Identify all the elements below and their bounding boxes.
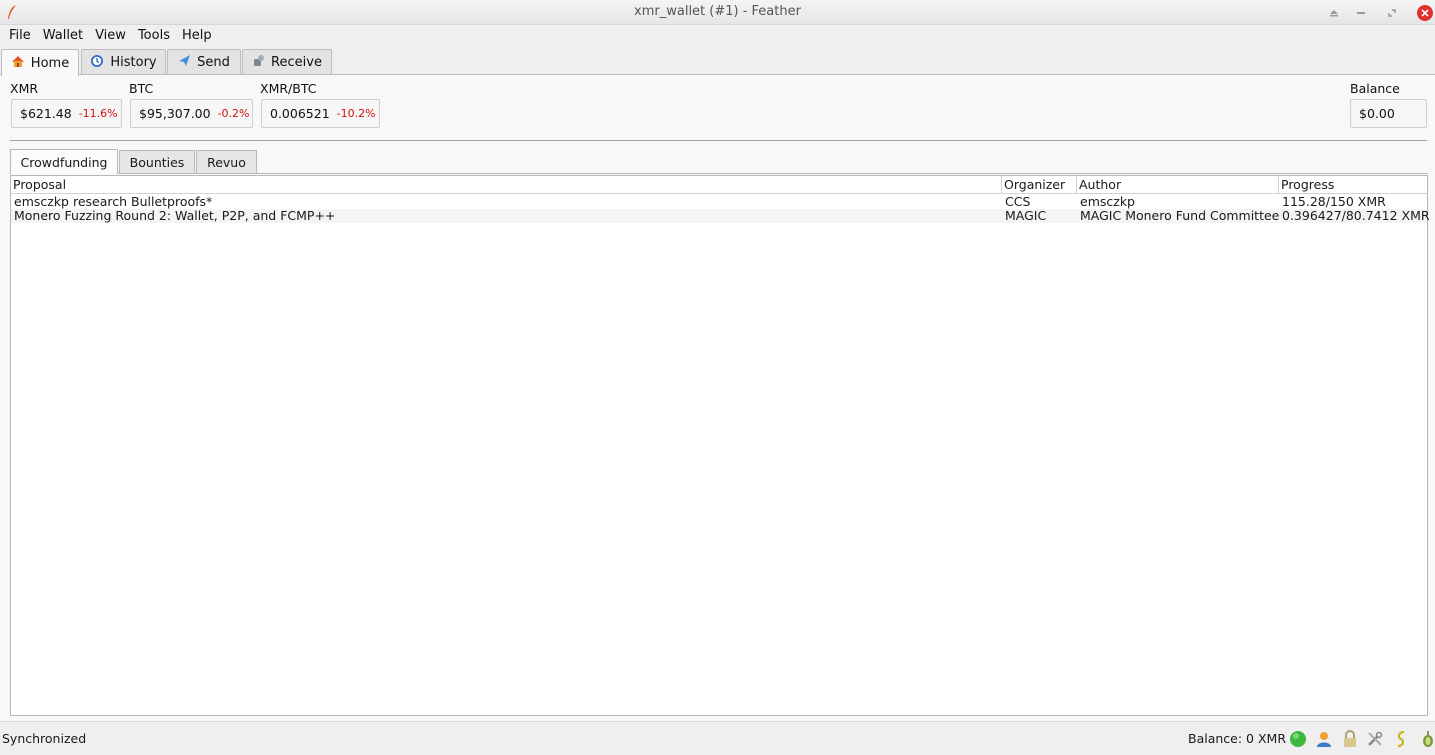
tab-receive[interactable]: Receive: [242, 49, 332, 75]
xmr-change: -11.6%: [78, 107, 118, 120]
tab-history-label: History: [110, 55, 157, 70]
main-tab-bar: Home History Send Receive: [0, 49, 1435, 76]
subtab-crowdfunding-label: Crowdfunding: [20, 154, 108, 170]
column-header-proposal[interactable]: Proposal: [11, 176, 1002, 194]
receive-icon: [252, 54, 265, 71]
menu-bar: File Wallet View Tools Help: [0, 25, 1435, 46]
tab-history[interactable]: History: [81, 49, 166, 75]
menu-file[interactable]: File: [3, 28, 37, 43]
column-header-author[interactable]: Author: [1077, 176, 1279, 194]
status-balance: Balance: 0 XMR: [1188, 731, 1286, 746]
btc-change: -0.2%: [217, 107, 250, 120]
tor-icon[interactable]: [1416, 729, 1435, 749]
cell-progress: 115.28/150 XMR: [1282, 195, 1386, 209]
cell-proposal: emsczkp research Bulletproofs*: [14, 195, 213, 209]
column-header-organizer[interactable]: Organizer: [1002, 176, 1077, 194]
cell-organizer: CCS: [1005, 195, 1031, 209]
tab-send[interactable]: Send: [167, 49, 241, 75]
tab-home-label: Home: [30, 55, 70, 71]
subtab-revuo[interactable]: Revuo: [196, 150, 257, 174]
menu-wallet[interactable]: Wallet: [37, 28, 89, 43]
settings-icon[interactable]: [1365, 729, 1385, 749]
tab-send-label: Send: [197, 55, 230, 70]
sync-status: Synchronized: [2, 731, 87, 746]
send-icon: [178, 54, 191, 71]
tab-home[interactable]: Home: [1, 49, 79, 76]
contacts-icon[interactable]: [1314, 729, 1334, 749]
maximize-button[interactable]: [1384, 5, 1400, 21]
subtab-bounties[interactable]: Bounties: [119, 150, 195, 174]
menu-view[interactable]: View: [89, 28, 132, 43]
balance-box: $0.00: [1350, 99, 1427, 128]
table-header: Proposal Organizer Author Progress: [11, 176, 1427, 194]
subtab-crowdfunding[interactable]: Crowdfunding: [10, 149, 118, 174]
shade-window-button[interactable]: [1326, 5, 1342, 21]
xmrbtc-price: 0.006521: [270, 106, 330, 121]
status-bar: Synchronized Balance: 0 XMR: [0, 721, 1435, 755]
cell-progress: 0.396427/80.7412 XMR: [1282, 209, 1429, 223]
connection-status-icon[interactable]: [1288, 729, 1308, 749]
xmrbtc-change: -10.2%: [336, 107, 376, 120]
crowdfunding-table[interactable]: Proposal Organizer Author Progress emscz…: [10, 175, 1429, 716]
subtab-revuo-label: Revuo: [207, 155, 246, 170]
cell-author: MAGIC Monero Fund Committee: [1080, 209, 1279, 223]
tab-receive-label: Receive: [271, 55, 322, 70]
xmr-ticker: $621.48 -11.6%: [11, 99, 122, 128]
history-icon: [90, 54, 104, 72]
lock-icon[interactable]: [1340, 729, 1360, 749]
xmrbtc-ticker: 0.006521 -10.2%: [261, 99, 380, 128]
table-row[interactable]: Monero Fuzzing Round 2: Wallet, P2P, and…: [11, 209, 1429, 223]
home-panel: XMR $621.48 -11.6% BTC $95,307.00 -0.2% …: [0, 75, 1435, 721]
title-bar: xmr_wallet (#1) - Feather: [0, 0, 1435, 25]
minimize-button[interactable]: [1353, 5, 1369, 21]
balance-value: $0.00: [1359, 106, 1395, 121]
column-header-progress[interactable]: Progress: [1279, 176, 1427, 194]
seed-icon[interactable]: [1391, 729, 1411, 749]
window-title: xmr_wallet (#1) - Feather: [634, 4, 801, 19]
xmr-ticker-label: XMR: [10, 81, 39, 96]
close-button[interactable]: [1417, 5, 1433, 21]
xmrbtc-ticker-label: XMR/BTC: [260, 81, 317, 96]
balance-label: Balance: [1350, 81, 1400, 96]
btc-price: $95,307.00: [139, 106, 211, 121]
menu-help[interactable]: Help: [176, 28, 218, 43]
subtab-divider: [10, 173, 1428, 174]
menu-tools[interactable]: Tools: [132, 28, 176, 43]
subtab-bounties-label: Bounties: [129, 155, 185, 170]
separator-line: [10, 140, 1427, 141]
table-row[interactable]: emsczkp research Bulletproofs* CCS emscz…: [11, 195, 1427, 209]
btc-ticker-label: BTC: [129, 81, 154, 96]
cell-proposal: Monero Fuzzing Round 2: Wallet, P2P, and…: [14, 209, 336, 223]
cell-author: emsczkp: [1080, 195, 1135, 209]
xmr-price: $621.48: [20, 106, 72, 121]
home-icon: [11, 55, 25, 72]
btc-ticker: $95,307.00 -0.2%: [130, 99, 253, 128]
cell-organizer: MAGIC: [1005, 209, 1047, 223]
